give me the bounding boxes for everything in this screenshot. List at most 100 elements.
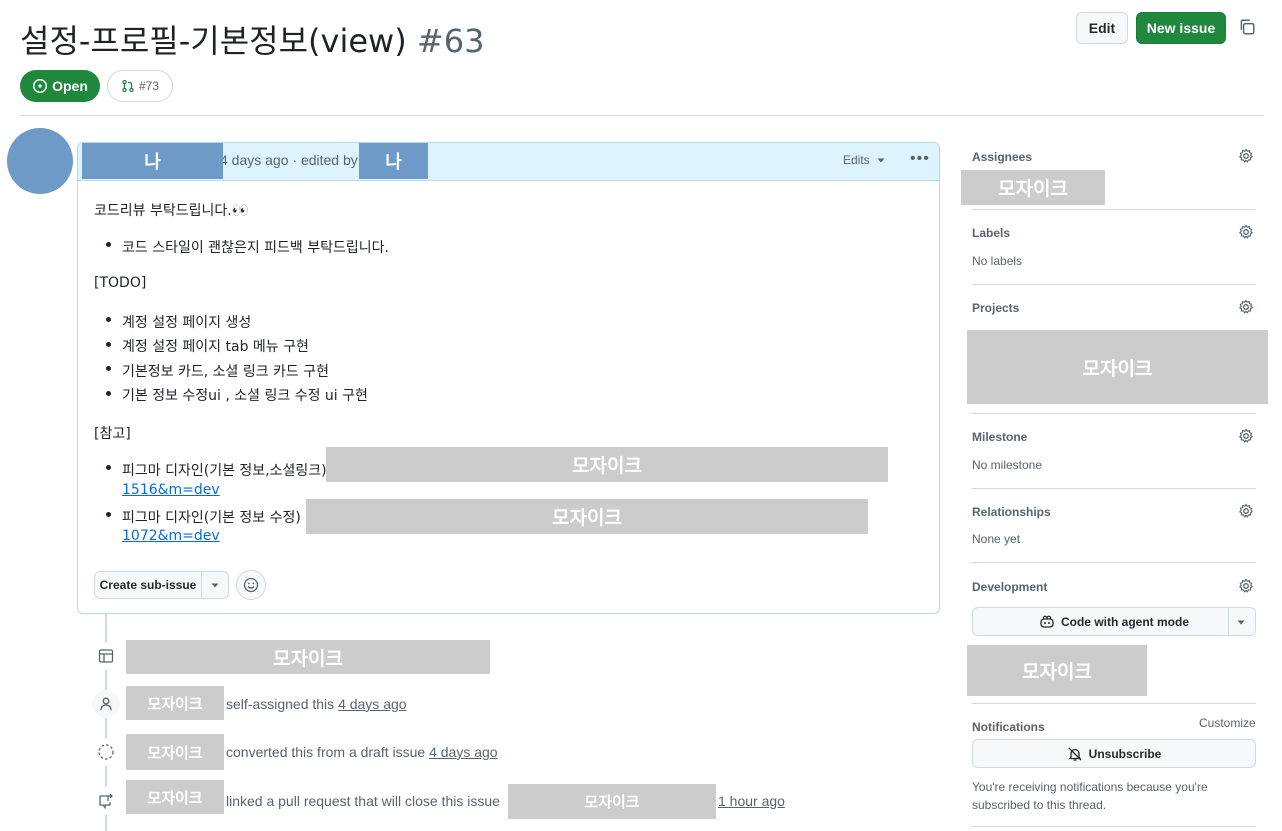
divider	[972, 488, 1256, 489]
reference-link[interactable]: 1516&m=dev	[122, 482, 220, 498]
bullet	[106, 391, 111, 396]
bullet	[106, 342, 111, 347]
status-label: Open	[52, 78, 88, 94]
bullet	[106, 512, 111, 517]
milestone-label[interactable]: Milestone	[972, 430, 1027, 444]
gear-icon[interactable]	[1238, 428, 1254, 444]
todo-item: 기본정보 카드, 소셜 링크 카드 구현	[122, 364, 330, 380]
mosaic-redaction: 모자이크	[126, 734, 224, 770]
divider	[1228, 608, 1229, 635]
divider	[972, 413, 1256, 414]
divider	[972, 284, 1256, 285]
reference-label: 피그마 디자인(기본 정보,소셜링크)	[122, 463, 327, 479]
gear-icon[interactable]	[1238, 148, 1254, 164]
create-sub-issue-button[interactable]: Create sub-issue	[94, 571, 229, 599]
table-icon	[92, 642, 120, 670]
timeline-event: self-assigned this 4 days ago	[226, 696, 407, 712]
event-time[interactable]: 4 days ago	[338, 696, 407, 712]
code-with-agent-label: Code with agent mode	[1060, 614, 1189, 629]
issue-open-icon	[33, 78, 48, 94]
bullet	[106, 366, 111, 371]
unsubscribe-button[interactable]: Unsubscribe	[972, 739, 1256, 768]
reference-link[interactable]: 1072&m=dev	[122, 528, 220, 544]
comment-intro: 코드리뷰 부탁드립니다.👀	[94, 203, 250, 219]
divider	[972, 562, 1256, 563]
bell-slash-icon	[1068, 747, 1082, 761]
development-label[interactable]: Development	[972, 580, 1047, 594]
code-with-agent-button[interactable]: Code with agent mode	[972, 607, 1256, 636]
list-item: 코드 스타일이 괜찮은지 피드백 부탁드립니다.	[122, 240, 389, 256]
event-time[interactable]: 4 days ago	[429, 744, 498, 760]
add-reaction-button[interactable]	[236, 570, 266, 600]
notifications-label: Notifications	[972, 720, 1045, 734]
issue-title-text: 설정-프로필-기본정보(view)	[20, 22, 407, 60]
issue-title: 설정-프로필-기본정보(view) #63	[20, 16, 484, 62]
more-options-icon[interactable]: •••	[910, 150, 930, 168]
todo-item: 계정 설정 페이지 tab 메뉴 구현	[122, 339, 309, 355]
mosaic-redaction: 모자이크	[961, 170, 1105, 205]
create-sub-issue-label[interactable]: Create sub-issue	[95, 572, 202, 598]
unsubscribe-label: Unsubscribe	[1088, 746, 1162, 761]
reference-heading: [참고]	[94, 426, 131, 442]
comment-editor[interactable]: 나	[359, 143, 428, 179]
relationships-value: None yet	[972, 532, 1021, 546]
edit-button[interactable]: Edit	[1076, 12, 1128, 44]
divider	[972, 703, 1256, 704]
mosaic-redaction: 모자이크	[126, 640, 490, 674]
mosaic-redaction: 모자이크	[967, 330, 1268, 404]
divider	[972, 826, 1256, 827]
mosaic-redaction: 모자이크	[326, 447, 888, 482]
relationships-label[interactable]: Relationships	[972, 505, 1051, 519]
event-time[interactable]: 1 hour ago	[718, 793, 785, 809]
header-divider	[20, 115, 1264, 116]
comment-meta: 4 days ago · edited by	[220, 152, 358, 168]
draft-circle-icon	[92, 738, 120, 766]
gear-icon[interactable]	[1238, 503, 1254, 519]
reference-label: 피그마 디자인(기본 정보 수정) :	[122, 510, 311, 526]
timeline-event: converted this from a draft issue 4 days…	[226, 744, 498, 760]
assignees-label[interactable]: Assignees	[972, 150, 1032, 164]
person-icon	[92, 690, 120, 718]
pull-request-icon	[122, 79, 134, 93]
bullet	[106, 317, 111, 322]
customize-link[interactable]: Customize	[1199, 716, 1256, 730]
copilot-icon	[1040, 615, 1054, 628]
avatar[interactable]	[7, 128, 73, 194]
chevron-down-icon[interactable]	[202, 572, 228, 598]
todo-item: 기본 정보 수정ui , 소셜 링크 수정 ui 구현	[122, 388, 368, 404]
linked-pr-number: #73	[138, 79, 160, 93]
mosaic-redaction: 모자이크	[126, 686, 224, 720]
edits-label: Edits	[843, 153, 870, 167]
new-issue-button[interactable]: New issue	[1136, 12, 1226, 44]
gear-icon[interactable]	[1238, 299, 1254, 315]
mosaic-redaction: 모자이크	[306, 499, 868, 534]
divider	[972, 209, 1256, 210]
linked-pr-badge[interactable]: #73	[107, 70, 173, 102]
chevron-down-icon[interactable]	[1236, 617, 1246, 627]
notification-reason: You're receiving notifications because y…	[972, 780, 1208, 812]
copy-icon[interactable]	[1238, 18, 1256, 36]
gear-icon[interactable]	[1238, 578, 1254, 594]
issue-number: #63	[416, 22, 485, 60]
event-text: converted this from a draft issue	[226, 744, 426, 760]
bullet	[106, 465, 111, 470]
labels-value: No labels	[972, 254, 1023, 268]
cross-reference-icon	[92, 787, 120, 815]
event-text: self-assigned this	[226, 696, 335, 712]
todo-heading: [TODO]	[94, 275, 147, 291]
smiley-icon	[243, 577, 259, 593]
labels-label[interactable]: Labels	[972, 226, 1010, 240]
bullet	[106, 242, 111, 247]
gear-icon[interactable]	[1238, 224, 1254, 240]
mosaic-redaction: 모자이크	[126, 780, 224, 814]
mosaic-redaction: 모자이크	[967, 645, 1147, 696]
milestone-value: No milestone	[972, 458, 1043, 472]
edits-dropdown[interactable]: Edits	[843, 153, 886, 167]
timeline-event: linked a pull request that will close th…	[226, 793, 500, 809]
mosaic-redaction: 모자이크	[508, 784, 716, 819]
comment-author[interactable]: 나	[82, 143, 223, 179]
triangle-down-icon	[877, 158, 885, 163]
projects-label[interactable]: Projects	[972, 301, 1019, 315]
status-badge: Open	[20, 70, 100, 102]
todo-item: 계정 설정 페이지 생성	[122, 315, 252, 331]
